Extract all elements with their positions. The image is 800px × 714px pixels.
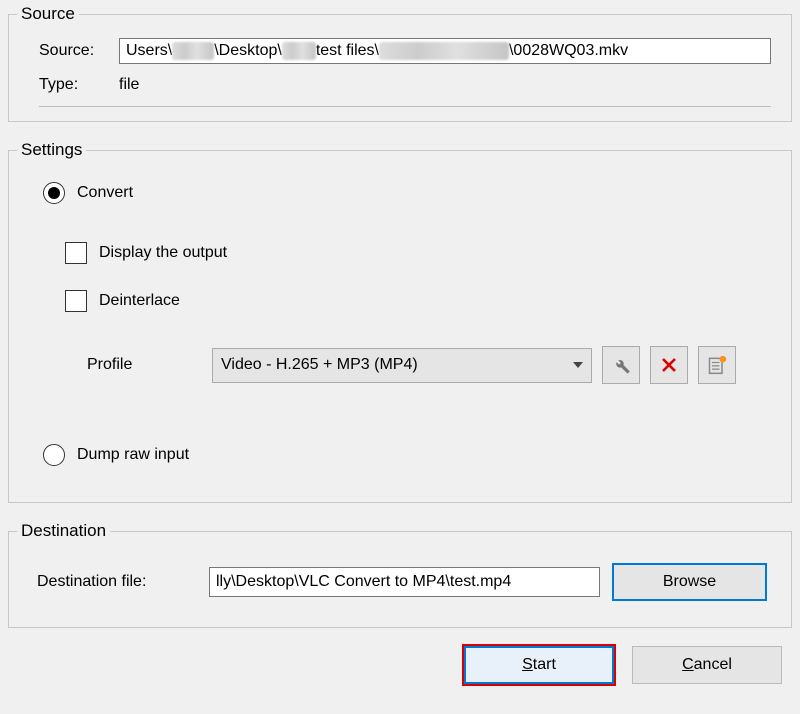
destination-file-input[interactable]: lly\Desktop\VLC Convert to MP4\test.mp4 (209, 567, 600, 597)
checkbox-indicator-icon (65, 290, 87, 312)
display-output-label: Display the output (99, 244, 227, 262)
settings-legend: Settings (17, 140, 86, 160)
source-path-seg3: test files\ (316, 42, 379, 60)
convert-radio[interactable]: Convert (43, 182, 765, 204)
profile-label: Profile (87, 356, 202, 374)
settings-groupbox: Settings Convert Display the output Dein… (8, 140, 792, 503)
radio-indicator-icon (43, 182, 65, 204)
source-groupbox: Source Source: Users\ \Desktop\ test fil… (8, 4, 792, 122)
deinterlace-checkbox[interactable]: Deinterlace (65, 290, 765, 312)
browse-button-label: Browse (663, 573, 716, 591)
destination-legend: Destination (17, 521, 110, 541)
source-path-input[interactable]: Users\ \Desktop\ test files\ \0028WQ03.m… (119, 38, 771, 64)
new-document-icon (707, 355, 727, 375)
edit-profile-button[interactable] (602, 346, 640, 384)
cancel-button[interactable]: Cancel (632, 646, 782, 684)
new-profile-button[interactable] (698, 346, 736, 384)
start-button-label: Start (522, 656, 556, 674)
profile-select-value: Video - H.265 + MP3 (MP4) (221, 356, 418, 374)
display-output-checkbox[interactable]: Display the output (65, 242, 765, 264)
redacted-segment (172, 42, 214, 60)
source-type-value: file (119, 76, 139, 94)
deinterlace-label: Deinterlace (99, 292, 180, 310)
destination-file-label: Destination file: (37, 573, 197, 591)
redacted-segment (379, 42, 509, 60)
convert-radio-label: Convert (77, 184, 133, 202)
dump-radio-label: Dump raw input (77, 446, 189, 464)
wrench-icon (611, 355, 631, 375)
dump-radio[interactable]: Dump raw input (43, 444, 765, 466)
redacted-segment (282, 42, 316, 60)
destination-file-value: lly\Desktop\VLC Convert to MP4\test.mp4 (216, 573, 511, 591)
checkbox-indicator-icon (65, 242, 87, 264)
destination-groupbox: Destination Destination file: lly\Deskto… (8, 521, 792, 628)
source-legend: Source (17, 4, 79, 24)
source-divider (39, 106, 771, 107)
source-path-seg2: \Desktop\ (214, 42, 282, 60)
radio-indicator-icon (43, 444, 65, 466)
browse-button[interactable]: Browse (612, 563, 767, 601)
source-path-label: Source: (39, 42, 119, 60)
dialog-button-row: Start Cancel (8, 642, 792, 684)
chevron-down-icon (573, 362, 583, 368)
source-path-seg4: \0028WQ03.mkv (509, 42, 628, 60)
source-path-seg1: Users\ (126, 42, 172, 60)
start-button[interactable]: Start (464, 646, 614, 684)
source-type-label: Type: (39, 76, 119, 94)
cancel-button-label: Cancel (682, 656, 732, 674)
profile-select[interactable]: Video - H.265 + MP3 (MP4) (212, 348, 592, 383)
delete-profile-button[interactable] (650, 346, 688, 384)
close-icon (660, 356, 678, 374)
